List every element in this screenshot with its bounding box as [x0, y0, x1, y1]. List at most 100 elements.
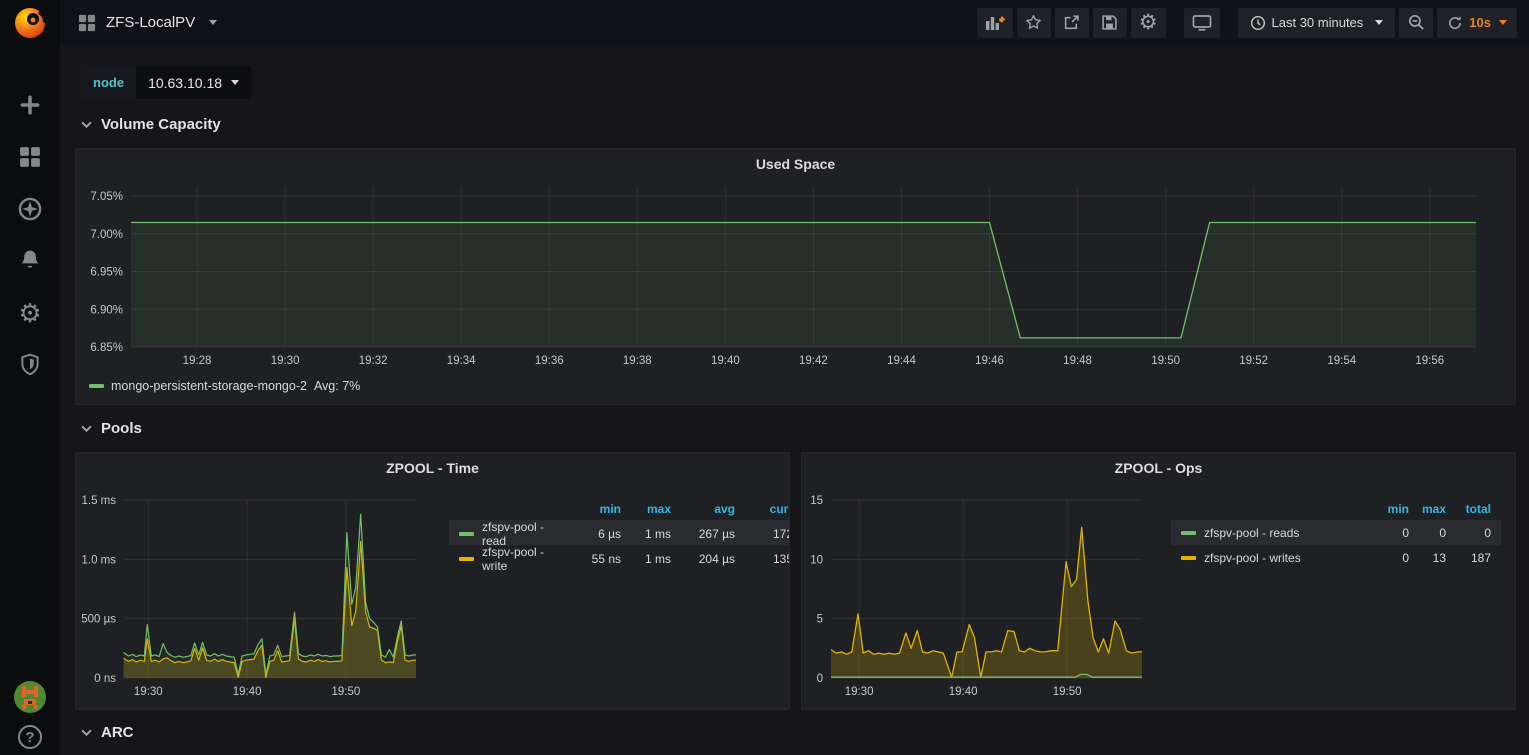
time-range-label: Last 30 minutes	[1272, 15, 1364, 30]
clock-icon	[1250, 15, 1266, 31]
dashboard-title: ZFS-LocalPV	[106, 14, 195, 31]
tv-cycle-button[interactable]	[1184, 8, 1220, 38]
time-range-caret-icon	[1375, 20, 1383, 25]
legend-swatch	[1181, 531, 1196, 535]
legend-col-max[interactable]: max	[623, 502, 673, 516]
row-header-pools[interactable]: Pools	[81, 420, 142, 437]
user-avatar[interactable]	[14, 681, 46, 713]
sidebar-item-explore[interactable]	[10, 195, 50, 223]
dashboard-settings-button[interactable]: ⚙	[1131, 8, 1166, 38]
refresh-interval-label: 10s	[1469, 15, 1491, 30]
svg-text:1.0 ms: 1.0 ms	[81, 554, 116, 566]
svg-text:19:56: 19:56	[1415, 355, 1444, 367]
legend-col-min[interactable]: min	[569, 502, 623, 516]
row-header-volume-capacity[interactable]: Volume Capacity	[81, 116, 221, 133]
legend-value-curr: 135	[737, 552, 790, 566]
legend-value-avg: 204 µs	[673, 552, 737, 566]
zpool-time-legend-table: min max avg curr zfspv-pool - read 6 µs …	[449, 498, 790, 570]
save-button[interactable]	[1093, 8, 1127, 38]
sidebar-item-alerting[interactable]	[10, 247, 50, 275]
svg-text:19:32: 19:32	[359, 355, 388, 367]
svg-text:0 ns: 0 ns	[94, 673, 116, 685]
svg-text:19:50: 19:50	[1053, 686, 1082, 698]
legend-col-curr[interactable]: curr	[737, 502, 790, 516]
gear-icon: ⚙	[1139, 12, 1158, 33]
legend-series-name[interactable]: mongo-persistent-storage-mongo-2	[111, 379, 307, 393]
svg-text:19:40: 19:40	[233, 686, 262, 698]
legend-series-name: zfspv-pool - write	[482, 545, 569, 573]
legend-series-name: zfspv-pool - writes	[1204, 551, 1301, 565]
svg-text:19:40: 19:40	[949, 686, 978, 698]
zpool-ops-chart[interactable]: 05101519:3019:4019:50	[802, 453, 1515, 709]
legend-col-max[interactable]: max	[1411, 502, 1448, 516]
used-space-chart[interactable]: 6.85%6.90%6.95%7.00%7.05%19:2819:3019:32…	[76, 149, 1515, 404]
panel-zpool-time: ZPOOL - Time 0 ns500 µs1.0 ms1.5 ms19:30…	[75, 452, 790, 710]
svg-text:19:54: 19:54	[1327, 355, 1356, 367]
legend-value-max: 1 ms	[623, 552, 673, 566]
legend-col-total[interactable]: total	[1448, 502, 1493, 516]
variable-value: 10.63.10.18	[148, 75, 222, 91]
refresh-icon	[1447, 15, 1463, 31]
refresh-caret-icon	[1499, 20, 1507, 25]
legend-value-min: 0	[1356, 551, 1411, 565]
dashboard-title-group[interactable]: ZFS-LocalPV	[78, 14, 217, 32]
save-icon	[1101, 14, 1118, 31]
row-title: Pools	[101, 420, 142, 437]
zoom-out-button[interactable]	[1399, 8, 1433, 38]
star-icon	[1025, 14, 1042, 31]
legend-value-avg: 267 µs	[673, 527, 737, 541]
panel-title[interactable]: ZPOOL - Ops	[802, 460, 1515, 476]
svg-text:6.95%: 6.95%	[90, 267, 123, 279]
legend-header-row: min max total	[1171, 498, 1501, 520]
sidebar-item-create[interactable]	[10, 91, 50, 119]
legend-row-reads: zfspv-pool - reads 0 0 0	[1171, 520, 1501, 545]
svg-text:19:30: 19:30	[271, 355, 300, 367]
legend-value-min: 0	[1356, 526, 1411, 540]
svg-text:500 µs: 500 µs	[81, 614, 116, 626]
grafana-logo-icon[interactable]	[10, 3, 50, 43]
chevron-down-icon	[81, 425, 92, 432]
row-header-arc[interactable]: ARC	[81, 724, 134, 741]
legend-swatch	[459, 557, 474, 561]
plus-icon	[19, 94, 41, 116]
svg-text:15: 15	[810, 495, 823, 507]
shield-icon	[19, 353, 41, 377]
legend-col-avg[interactable]: avg	[673, 502, 737, 516]
legend-value-max: 1 ms	[623, 527, 673, 541]
zpool-time-chart[interactable]: 0 ns500 µs1.0 ms1.5 ms19:3019:4019:50	[76, 453, 789, 709]
sidebar-item-configuration[interactable]: ⚙	[10, 299, 50, 327]
help-icon[interactable]: ?	[18, 725, 42, 749]
svg-text:7.05%: 7.05%	[90, 191, 123, 203]
variable-label: node	[81, 66, 136, 99]
compass-icon	[18, 197, 42, 221]
legend-value-max: 0	[1411, 526, 1448, 540]
svg-text:19:44: 19:44	[887, 355, 916, 367]
gear-icon: ⚙	[18, 300, 41, 326]
time-range-picker[interactable]: Last 30 minutes	[1238, 8, 1396, 38]
svg-text:0: 0	[817, 673, 823, 685]
navbar-actions: ⚙ Last 30 minutes	[977, 8, 1517, 38]
legend-col-min[interactable]: min	[1356, 502, 1411, 516]
add-panel-button[interactable]	[977, 8, 1013, 38]
svg-text:19:40: 19:40	[711, 355, 740, 367]
panel-title[interactable]: Used Space	[76, 156, 1515, 172]
dashboards-icon	[19, 146, 41, 168]
svg-text:19:30: 19:30	[845, 686, 874, 698]
zpool-ops-legend-table: min max total zfspv-pool - reads 0 0 0 z…	[1171, 498, 1501, 570]
refresh-button-group[interactable]: 10s	[1437, 8, 1517, 38]
sidebar-item-server-admin[interactable]	[10, 351, 50, 379]
svg-text:6.90%: 6.90%	[90, 304, 123, 316]
panel-title[interactable]: ZPOOL - Time	[76, 460, 789, 476]
node-variable-dropdown[interactable]: 10.63.10.18	[136, 66, 251, 99]
star-button[interactable]	[1017, 8, 1051, 38]
svg-text:7.00%: 7.00%	[90, 229, 123, 241]
share-button[interactable]	[1055, 8, 1089, 38]
legend-swatch	[89, 384, 104, 388]
legend-swatch	[459, 532, 474, 536]
sidebar-bottom: ?	[0, 681, 60, 749]
svg-text:19:34: 19:34	[447, 355, 476, 367]
row-title: ARC	[101, 724, 134, 741]
sidebar-item-dashboards[interactable]	[10, 143, 50, 171]
chevron-down-icon	[81, 121, 92, 128]
svg-text:19:50: 19:50	[1151, 355, 1180, 367]
